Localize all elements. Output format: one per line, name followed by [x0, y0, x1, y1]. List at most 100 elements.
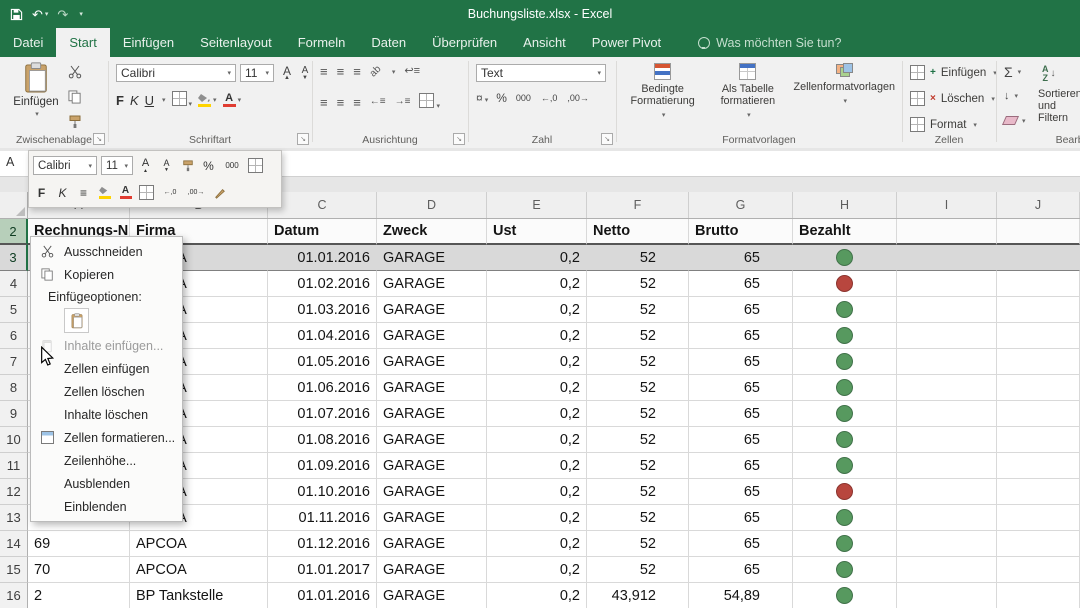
- header-cell-bezahlt[interactable]: Bezahlt: [793, 219, 897, 245]
- tell-me-box[interactable]: Was möchten Sie tun?: [698, 28, 841, 57]
- row-number[interactable]: 10: [0, 427, 28, 453]
- cell-ust[interactable]: 0,2: [487, 375, 587, 401]
- font-name-combo[interactable]: Calibri▾: [116, 64, 236, 82]
- cell-netto[interactable]: 52: [587, 479, 689, 505]
- thousands-icon[interactable]: 000: [221, 156, 243, 175]
- cell-empty-j[interactable]: [997, 375, 1080, 401]
- merge-center-icon[interactable]: ▾: [419, 93, 440, 111]
- cell-empty-j[interactable]: [997, 297, 1080, 323]
- cell-brutto[interactable]: 65: [689, 323, 793, 349]
- align-middle-icon[interactable]: ≡: [337, 65, 345, 78]
- cell-firma[interactable]: APCOA: [130, 557, 268, 583]
- cell-datum[interactable]: 01.08.2016: [268, 427, 377, 453]
- cell-datum[interactable]: 01.09.2016: [268, 453, 377, 479]
- cell-ust[interactable]: 0,2: [487, 323, 587, 349]
- cell-brutto[interactable]: 65: [689, 557, 793, 583]
- cell-brutto[interactable]: 65: [689, 401, 793, 427]
- cell-empty-j[interactable]: [997, 583, 1080, 608]
- cell-empty-j[interactable]: [997, 427, 1080, 453]
- row-number[interactable]: 9: [0, 401, 28, 427]
- menu-item-inhalte-loeschen[interactable]: Inhalte löschen: [31, 403, 182, 426]
- tab-ueberpruefen[interactable]: Überprüfen: [419, 28, 510, 57]
- cell-bezahlt[interactable]: [793, 531, 897, 557]
- font-size-combo[interactable]: 11▾: [240, 64, 274, 82]
- cell-zweck[interactable]: GARAGE: [377, 323, 487, 349]
- cell-brutto[interactable]: 65: [689, 349, 793, 375]
- cell-empty-i[interactable]: [897, 505, 997, 531]
- cell-datum[interactable]: 01.07.2016: [268, 401, 377, 427]
- cell-netto[interactable]: 52: [587, 505, 689, 531]
- cell-ust[interactable]: 0,2: [487, 271, 587, 297]
- tab-ansicht[interactable]: Ansicht: [510, 28, 579, 57]
- cell-bezahlt[interactable]: [793, 401, 897, 427]
- tab-daten[interactable]: Daten: [358, 28, 419, 57]
- cell-ust[interactable]: 0,2: [487, 297, 587, 323]
- cell-datum[interactable]: 01.01.2017: [268, 557, 377, 583]
- cell-bezahlt[interactable]: [793, 583, 897, 608]
- cell-ust[interactable]: 0,2: [487, 479, 587, 505]
- cell-ust[interactable]: 0,2: [487, 557, 587, 583]
- row-number[interactable]: 13: [0, 505, 28, 531]
- cell-empty-i[interactable]: [897, 323, 997, 349]
- cell-empty-i[interactable]: [897, 375, 997, 401]
- header-cell-netto[interactable]: Netto: [587, 219, 689, 245]
- merge-icon[interactable]: [138, 183, 155, 202]
- cell-zweck[interactable]: GARAGE: [377, 531, 487, 557]
- tab-start[interactable]: Start: [56, 28, 109, 57]
- column-header-f[interactable]: F: [587, 192, 689, 218]
- cell-empty-j[interactable]: [997, 453, 1080, 479]
- cell-netto[interactable]: 52: [587, 271, 689, 297]
- undo-icon[interactable]: ↶▾: [32, 8, 48, 21]
- cell-bezahlt[interactable]: [793, 271, 897, 297]
- font-size-decrease-icon[interactable]: A▼: [158, 156, 175, 175]
- cell-bezahlt[interactable]: [793, 245, 897, 271]
- header-cell-datum[interactable]: Datum: [268, 219, 377, 245]
- cell-zweck[interactable]: GARAGE: [377, 271, 487, 297]
- cell-netto[interactable]: 52: [587, 297, 689, 323]
- cell-datum[interactable]: 01.01.2016: [268, 245, 377, 271]
- tab-einfuegen[interactable]: Einfügen: [110, 28, 187, 57]
- cell-datum[interactable]: 01.02.2016: [268, 271, 377, 297]
- cell-zweck[interactable]: GARAGE: [377, 349, 487, 375]
- cell-bezahlt[interactable]: [793, 323, 897, 349]
- cell-zweck[interactable]: GARAGE: [377, 297, 487, 323]
- percent-icon[interactable]: %: [496, 91, 507, 105]
- cell-rechnungs-nr[interactable]: 69: [28, 531, 130, 557]
- row-number[interactable]: 3: [0, 245, 28, 271]
- cell-zweck[interactable]: GARAGE: [377, 375, 487, 401]
- align-top-icon[interactable]: ≡: [320, 65, 328, 78]
- cell-bezahlt[interactable]: [793, 375, 897, 401]
- cell-datum[interactable]: 01.05.2016: [268, 349, 377, 375]
- cell-zweck[interactable]: GARAGE: [377, 245, 487, 271]
- format-painter-icon[interactable]: [66, 113, 84, 131]
- cell-bezahlt[interactable]: [793, 349, 897, 375]
- cell-ust[interactable]: 0,2: [487, 245, 587, 271]
- center-icon[interactable]: ≡: [75, 183, 92, 202]
- format-painter-icon[interactable]: [179, 156, 196, 175]
- cell-empty-j[interactable]: [997, 245, 1080, 271]
- row-number[interactable]: 7: [0, 349, 28, 375]
- cell-rechnungs-nr[interactable]: 70: [28, 557, 130, 583]
- cell-empty-j[interactable]: [997, 271, 1080, 297]
- cell-netto[interactable]: 52: [587, 323, 689, 349]
- percent-icon[interactable]: %: [200, 156, 217, 175]
- tab-formeln[interactable]: Formeln: [285, 28, 359, 57]
- cell-empty-j[interactable]: [997, 401, 1080, 427]
- decimal-increase-icon[interactable]: ←,0: [159, 183, 181, 202]
- decimal-decrease-icon[interactable]: ,00→: [566, 92, 590, 104]
- header-cell-empty-i[interactable]: [897, 219, 997, 245]
- cell-bezahlt[interactable]: [793, 505, 897, 531]
- cell-bezahlt[interactable]: [793, 479, 897, 505]
- underline-button[interactable]: U: [145, 93, 154, 108]
- align-bottom-icon[interactable]: ≡: [353, 65, 361, 78]
- cell-bezahlt[interactable]: [793, 297, 897, 323]
- format-cells-button[interactable]: Format▾: [910, 117, 977, 132]
- fill-button[interactable]: ↓▾: [1004, 90, 1018, 102]
- cell-rechnungs-nr[interactable]: 2: [28, 583, 130, 608]
- align-right-icon[interactable]: ≡: [353, 96, 361, 109]
- cell-datum[interactable]: 01.11.2016: [268, 505, 377, 531]
- cell-brutto[interactable]: 65: [689, 453, 793, 479]
- cell-empty-i[interactable]: [897, 349, 997, 375]
- cell-ust[interactable]: 0,2: [487, 505, 587, 531]
- cell-netto[interactable]: 52: [587, 531, 689, 557]
